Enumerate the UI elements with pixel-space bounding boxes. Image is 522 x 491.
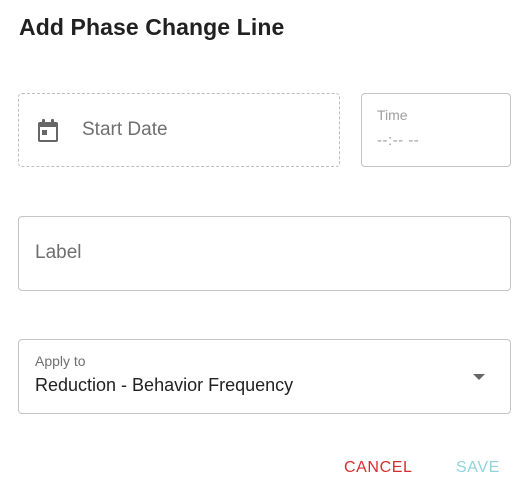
apply-to-value: Reduction - Behavior Frequency [35, 375, 294, 395]
calendar-icon [36, 118, 60, 144]
label-placeholder: Label [35, 242, 82, 263]
save-button[interactable]: SAVE [456, 459, 500, 477]
dialog-title: Add Phase Change Line [19, 14, 285, 40]
time-field[interactable]: Time --:-- -- [361, 93, 511, 167]
start-date-placeholder: Start Date [82, 119, 168, 140]
apply-to-select[interactable]: Apply to Reduction - Behavior Frequency [18, 339, 511, 414]
apply-to-label: Apply to [35, 353, 86, 369]
cancel-button[interactable]: CANCEL [344, 459, 413, 477]
time-input[interactable]: --:-- -- [377, 132, 419, 149]
label-field[interactable]: Label [18, 216, 511, 291]
dropdown-arrow-icon[interactable] [473, 374, 485, 380]
time-label: Time [377, 107, 408, 123]
add-phase-change-dialog: Add Phase Change Line Start Date Time --… [0, 0, 522, 491]
start-date-field[interactable]: Start Date [18, 93, 340, 167]
